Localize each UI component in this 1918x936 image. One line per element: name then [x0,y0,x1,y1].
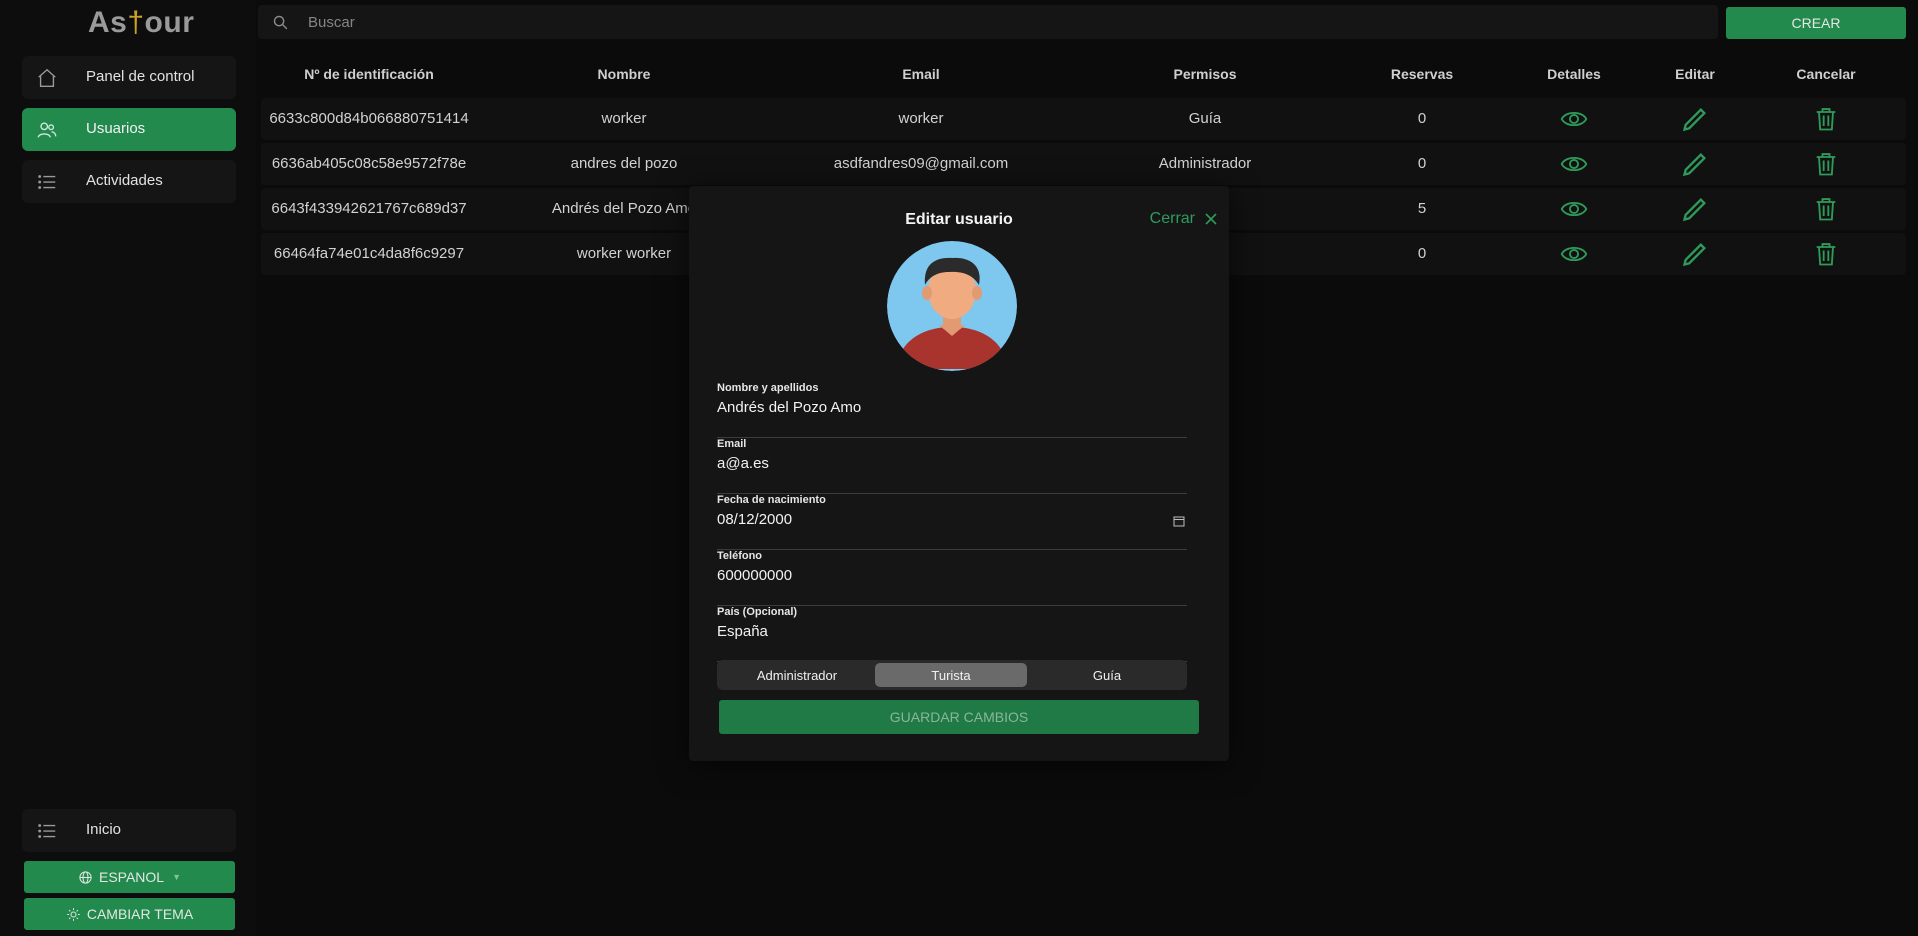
birth-date-field[interactable]: Fecha de nacimiento 08/12/2000 [717,494,1187,550]
language-button[interactable]: ESPANOL ▼ [24,861,235,893]
email-field[interactable]: Email a@a.es [717,438,1187,494]
language-label: ESPANOL [98,869,165,885]
pencil-icon[interactable] [1681,150,1709,178]
sidebar-item-label: Actividades [86,172,163,189]
cell-id: 6643f433942621767c689d37 [271,200,467,217]
country-input[interactable]: España [717,623,768,640]
field-label: País (Opcional) [717,606,798,618]
logo-text-left: As [88,6,128,39]
role-option-turista[interactable]: Turista [875,663,1027,687]
pencil-icon[interactable] [1681,240,1709,268]
globe-icon [79,870,92,884]
cell-email: worker [898,110,944,127]
home-icon [38,68,56,87]
country-field[interactable]: País (Opcional) España [717,606,1187,662]
cell-name: worker [601,110,647,127]
trash-icon[interactable] [1812,240,1840,268]
pencil-icon[interactable] [1681,105,1709,133]
sidebar-item-label: Usuarios [86,120,146,137]
cell-bookings: 0 [1417,245,1427,262]
role-option-administrador[interactable]: Administrador [721,663,873,687]
field-label: Nombre y apellidos [717,382,819,394]
cell-role: Administrador [1158,155,1252,172]
cell-email: asdfandres09@gmail.com [833,155,1009,172]
field-label: Teléfono [717,550,763,562]
sidebar-item-inicio[interactable]: Inicio [22,809,236,852]
trash-icon[interactable] [1812,105,1840,133]
phone-field[interactable]: Teléfono 600000000 [717,550,1187,606]
user-avatar-icon [887,241,1017,371]
full-name-input[interactable]: Andrés del Pozo Amo [717,399,861,416]
list-icon [38,175,56,189]
list-icon [38,824,56,838]
column-header-edit: Editar [1675,66,1715,82]
sun-icon [67,907,80,921]
sidebar-item-actividades[interactable]: Actividades [22,160,236,203]
edit-user-modal: Editar usuario Cerrar Nombre y apellidos… [689,186,1229,761]
cell-id: 66464fa74e01c4da8f6c9297 [273,245,465,262]
trash-icon[interactable] [1812,150,1840,178]
column-header-details: Detalles [1547,66,1601,82]
column-header-id: Nº de identificación [304,66,434,82]
pencil-icon[interactable] [1681,195,1709,223]
cell-id: 6633c800d84b066880751414 [269,110,469,127]
role-selector: Administrador Turista Guía [717,660,1187,690]
cell-bookings: 0 [1417,155,1427,172]
birth-date-input[interactable]: 08/12/2000 [717,511,792,528]
eye-icon[interactable] [1560,105,1588,133]
trash-icon[interactable] [1812,195,1840,223]
sidebar: As†our Panel de control Usuarios Activid… [0,0,256,936]
cell-name: Andrés del Pozo Amo [551,200,697,217]
search-input[interactable]: Buscar [308,14,355,31]
create-button[interactable]: CREAR [1726,7,1906,39]
close-icon [1205,213,1217,225]
theme-label: CAMBIAR TEMA [86,906,194,922]
logo-text-right: our [144,6,195,39]
column-header-cancel: Cancelar [1796,66,1856,82]
cell-id: 6636ab405c08c58e9572f78e [271,155,467,172]
column-header-bookings: Reservas [1390,66,1454,82]
calendar-icon[interactable] [1173,515,1185,527]
close-button[interactable]: Cerrar [1150,210,1217,228]
close-label: Cerrar [1149,210,1195,227]
cell-name: andres del pozo [570,155,678,172]
logo-cross: † [127,6,145,39]
field-label: Email [717,438,747,450]
eye-icon[interactable] [1560,195,1588,223]
sidebar-item-label: Panel de control [86,68,195,85]
modal-title: Editar usuario [905,211,1013,228]
column-header-permissions: Permisos [1173,66,1237,82]
users-icon [37,122,57,138]
column-header-email: Email [902,66,940,82]
search-icon [273,15,288,30]
phone-input[interactable]: 600000000 [717,567,792,584]
cell-bookings: 5 [1417,200,1427,217]
avatar[interactable] [887,241,1017,371]
table-row: 6636ab405c08c58e9572f78e andres del pozo… [261,143,1906,185]
sidebar-item-panel-de-control[interactable]: Panel de control [22,56,236,99]
sidebar-item-usuarios[interactable]: Usuarios [22,108,236,151]
sidebar-item-label: Inicio [86,821,122,838]
column-header-name: Nombre [597,66,651,82]
search-bar[interactable]: Buscar [258,5,1718,39]
chevron-down-icon: ▼ [172,872,182,882]
eye-icon[interactable] [1560,240,1588,268]
theme-toggle-button[interactable]: CAMBIAR TEMA [24,898,235,930]
save-changes-button[interactable]: GUARDAR CAMBIOS [719,700,1199,734]
cell-name: worker worker [576,245,672,262]
email-input[interactable]: a@a.es [717,455,769,472]
field-label: Fecha de nacimiento [717,494,826,506]
role-option-guia[interactable]: Guía [1031,663,1183,687]
table-row: 6633c800d84b066880751414 worker worker G… [261,98,1906,140]
cell-bookings: 0 [1417,110,1427,127]
eye-icon[interactable] [1560,150,1588,178]
full-name-field[interactable]: Nombre y apellidos Andrés del Pozo Amo [717,382,1187,438]
cell-role: Guía [1188,110,1222,127]
app-logo[interactable]: As†our [88,6,194,40]
